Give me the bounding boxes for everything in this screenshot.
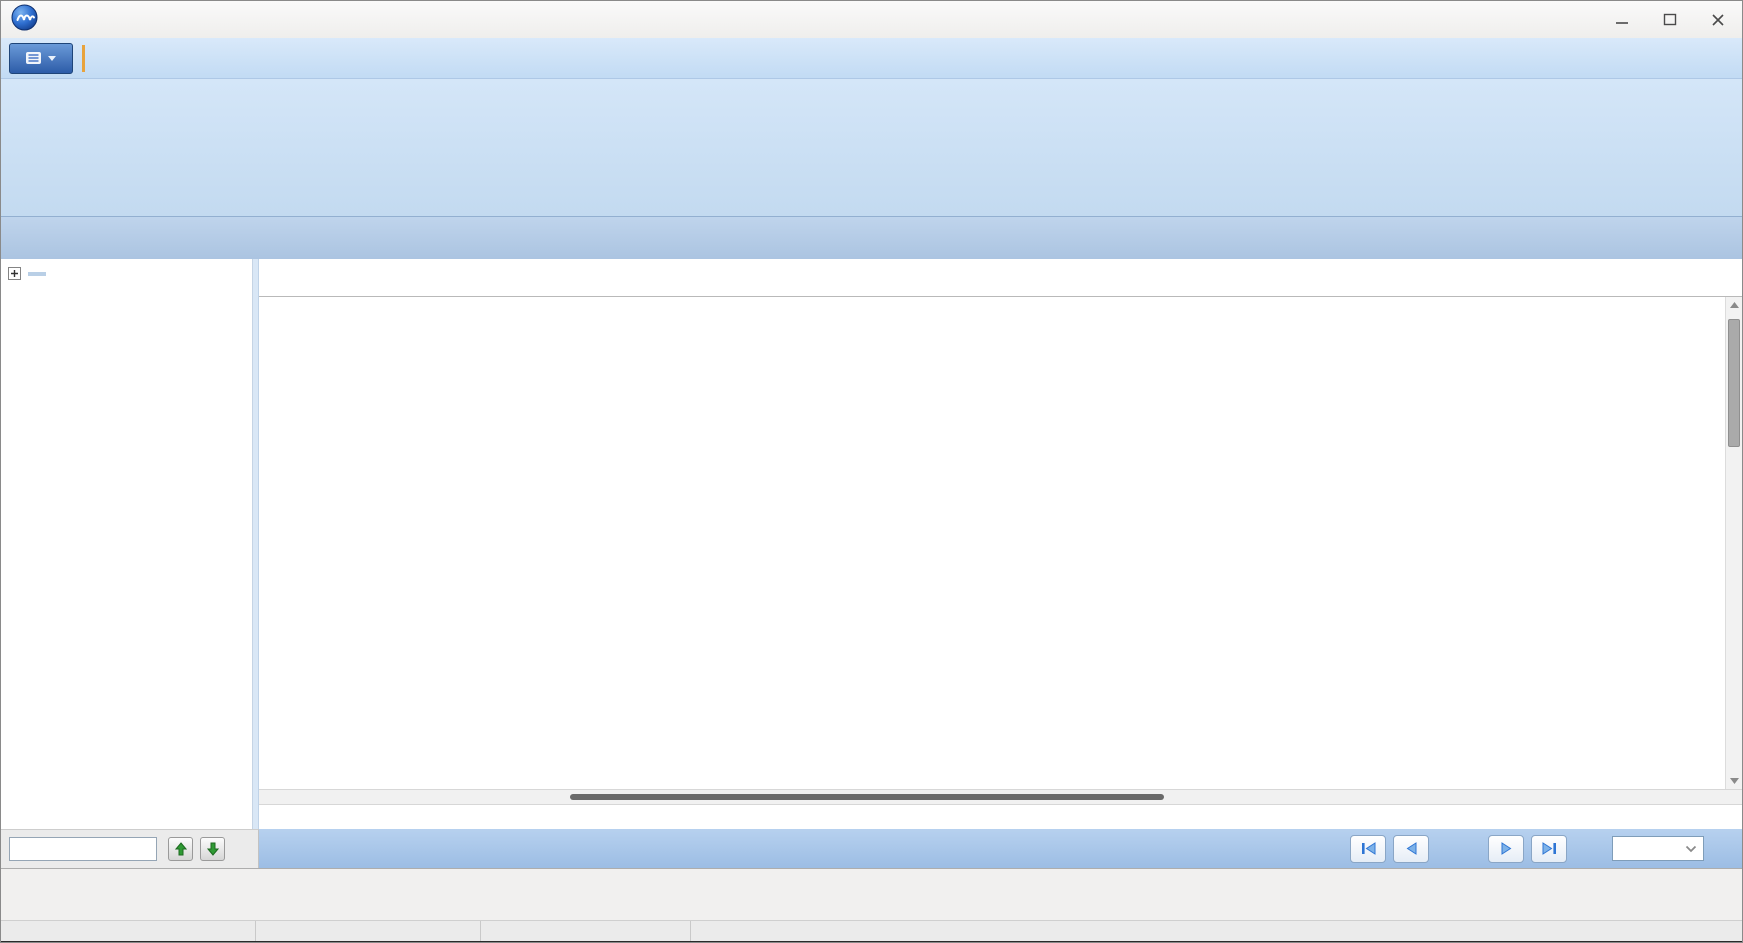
- table-body: [259, 297, 1742, 789]
- content-area: [1, 259, 1742, 829]
- status-legend: [1, 868, 1742, 920]
- first-page-icon: [1360, 842, 1377, 855]
- minimize-button[interactable]: [1598, 1, 1646, 38]
- chevron-down-icon: [1685, 845, 1697, 853]
- maximize-button[interactable]: [1646, 1, 1694, 38]
- status-edition: [256, 921, 481, 941]
- status-slogan: [1001, 921, 1331, 941]
- pagination-bar: [1, 829, 1742, 868]
- app-menu-button[interactable]: [9, 43, 73, 74]
- menu-bar: [1, 38, 1742, 79]
- control-group-tree: [1, 259, 253, 829]
- search-down-button[interactable]: [200, 837, 225, 861]
- app-logo-icon: [11, 4, 38, 36]
- tree-search-panel: [1, 829, 259, 868]
- next-page-button[interactable]: [1488, 835, 1524, 863]
- app-window: [0, 0, 1743, 943]
- prev-page-button[interactable]: [1393, 835, 1429, 863]
- scroll-up-icon[interactable]: [1726, 297, 1742, 313]
- titlebar: [1, 1, 1742, 38]
- tree-node-label[interactable]: [28, 272, 46, 276]
- hscroll-thumb[interactable]: [570, 794, 1163, 800]
- menu-separator: [82, 45, 85, 72]
- path-bar: [1, 216, 1742, 259]
- next-page-icon: [1500, 842, 1513, 855]
- chart-list-table: [259, 259, 1742, 829]
- search-up-button[interactable]: [168, 837, 193, 861]
- jump-page-select[interactable]: [1612, 836, 1704, 861]
- chevron-down-icon: [47, 55, 57, 62]
- vscroll-thumb[interactable]: [1728, 319, 1740, 447]
- tree-expander-icon[interactable]: [8, 267, 21, 280]
- tree-search-input[interactable]: [9, 837, 157, 861]
- last-page-button[interactable]: [1531, 835, 1567, 863]
- list-icon: [25, 51, 42, 65]
- horizontal-scrollbar[interactable]: [259, 789, 1742, 805]
- last-page-icon: [1541, 842, 1558, 855]
- down-arrow-icon: [207, 842, 219, 856]
- vertical-scrollbar[interactable]: [1725, 297, 1742, 789]
- up-arrow-icon: [175, 842, 187, 856]
- table-header: [259, 259, 1742, 297]
- page-navigation: [1343, 835, 1704, 863]
- status-user: [1, 921, 256, 941]
- status-version: [481, 921, 691, 941]
- prev-page-icon: [1405, 842, 1418, 855]
- status-bar: [1, 920, 1742, 943]
- first-page-button[interactable]: [1350, 835, 1386, 863]
- close-button[interactable]: [1694, 1, 1742, 38]
- window-controls: [1598, 1, 1742, 38]
- tree-node-root[interactable]: [1, 267, 252, 280]
- scroll-down-icon[interactable]: [1726, 773, 1742, 789]
- ribbon: [1, 79, 1742, 216]
- pagination-main: [259, 829, 1742, 868]
